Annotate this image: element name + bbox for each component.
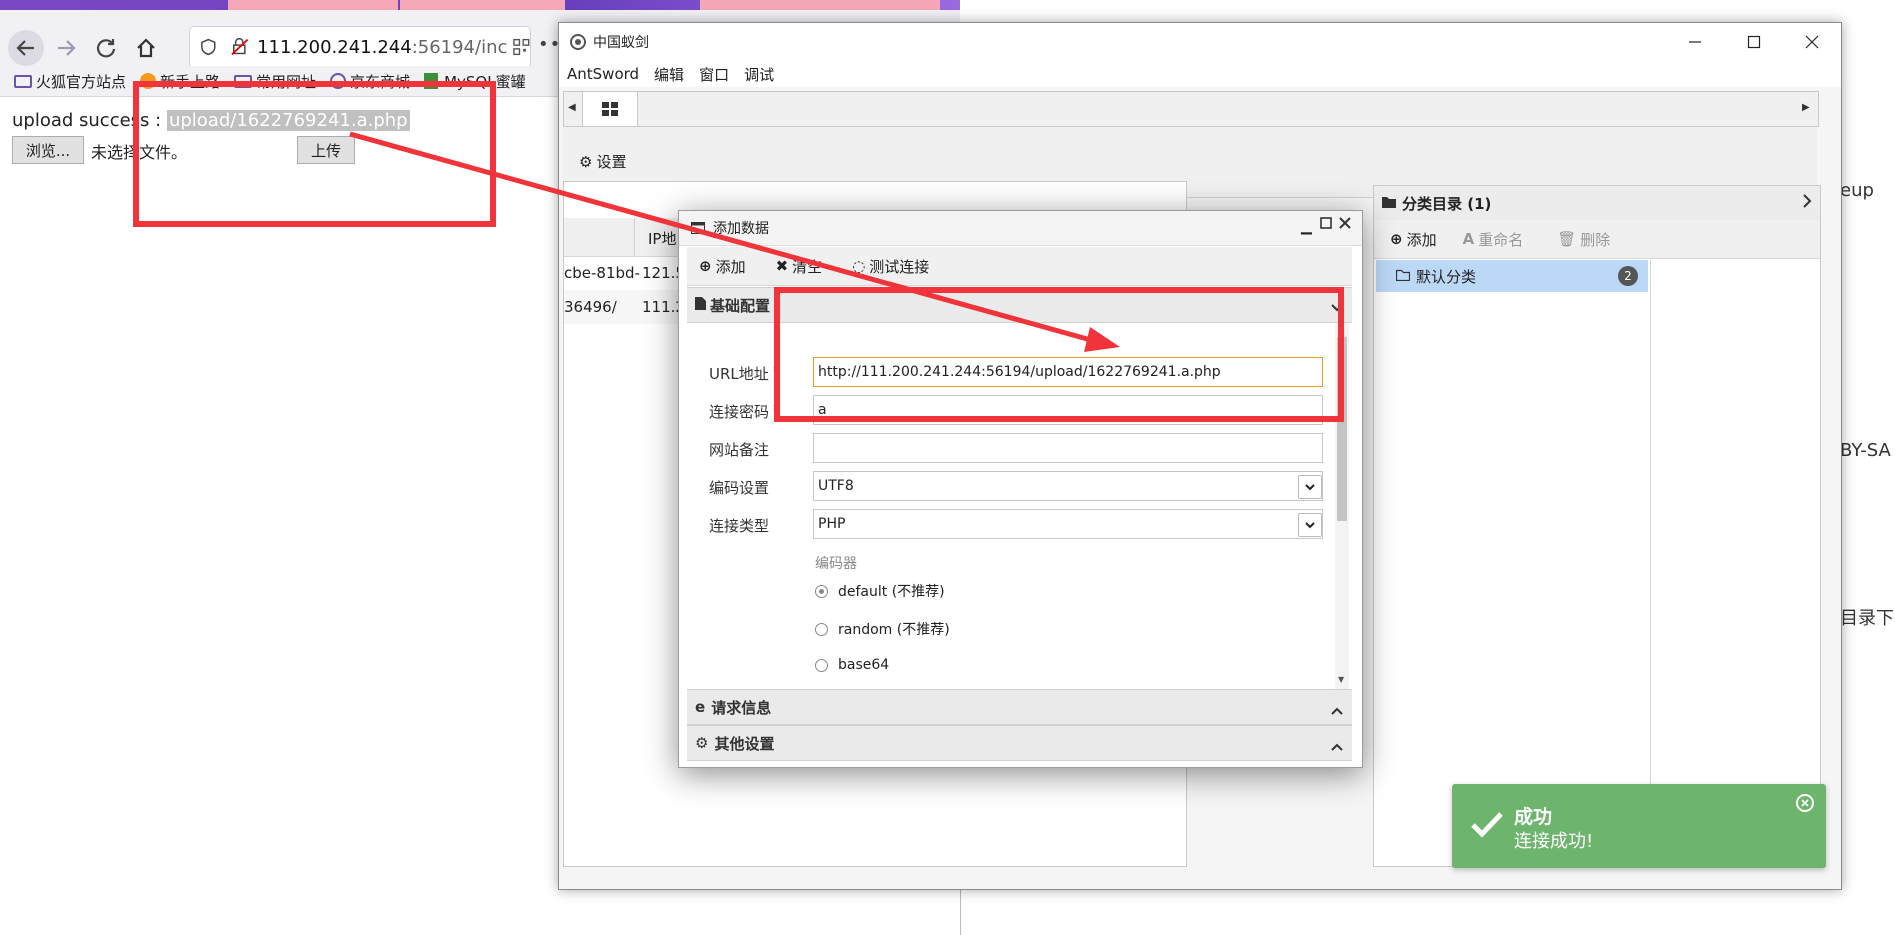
toast-message: 连接成功! [1514, 831, 1594, 852]
success-toast: 成功 连接成功! [1452, 784, 1826, 868]
checkmark-icon [1471, 812, 1503, 838]
toast-close-button[interactable] [1796, 794, 1814, 812]
close-icon [1801, 799, 1809, 807]
toast-title: 成功 [1514, 806, 1553, 828]
